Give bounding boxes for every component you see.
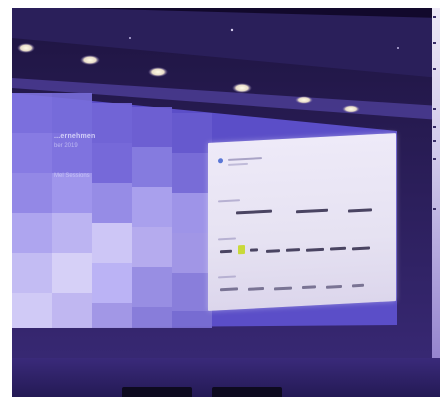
ceiling-light xyxy=(80,55,100,65)
slide-card xyxy=(208,133,396,311)
conference-photo: ...ernehmen ber 2019 Mel Sessions xyxy=(12,8,440,397)
stage-floor xyxy=(12,358,440,397)
sponsor-logo xyxy=(220,287,238,292)
sponsor-logo xyxy=(330,246,346,251)
sponsor-logo xyxy=(286,248,300,252)
sponsor-logo xyxy=(296,208,328,214)
sponsor-logo xyxy=(248,286,264,291)
logo-dot-icon xyxy=(218,158,223,164)
ceiling-light xyxy=(232,83,252,93)
ceiling-light xyxy=(17,43,35,53)
sponsor-logo xyxy=(352,246,370,251)
sponsor-logo xyxy=(250,248,258,252)
sponsor-logo xyxy=(266,249,280,253)
right-screen-edge xyxy=(432,8,440,397)
sponsor-logo xyxy=(306,247,324,252)
sponsor-logo-accent xyxy=(238,244,245,255)
sponsor-logo xyxy=(352,283,364,288)
sponsor-logo xyxy=(348,208,372,213)
slide-subtitle: ber 2019 xyxy=(54,143,78,149)
sponsor-logo xyxy=(236,209,272,215)
sponsor-logo xyxy=(220,249,232,254)
sponsor-logo xyxy=(326,284,342,289)
slide-title: ...ernehmen xyxy=(54,133,96,140)
sponsor-logo xyxy=(302,285,316,289)
ceiling-light xyxy=(148,67,168,77)
sponsor-logo xyxy=(274,286,292,291)
slide-tag: Mel Sessions xyxy=(54,173,90,179)
